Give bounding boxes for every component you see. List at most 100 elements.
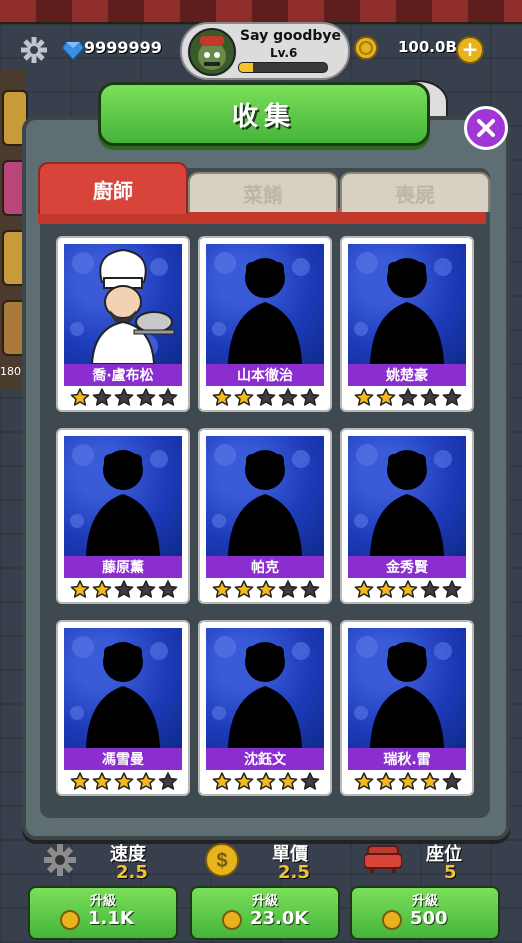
- chef-silhouette: [206, 628, 324, 748]
- chef-portrait: [64, 244, 182, 364]
- chef-silhouette: [64, 628, 182, 748]
- sofa-icon: [363, 842, 403, 878]
- background-awning: [0, 0, 522, 24]
- star-empty-icon: [278, 580, 298, 598]
- tab-chefs[interactable]: 廚師: [38, 162, 188, 214]
- star-empty-icon: [278, 388, 298, 406]
- upgrade-cost: 500: [410, 908, 448, 929]
- chef-card[interactable]: 馮雪曼: [56, 620, 190, 796]
- coin-icon: [222, 910, 242, 930]
- star-filled-icon: [92, 772, 112, 790]
- chef-name: 姚楚豪: [348, 364, 466, 386]
- gear-icon: [42, 842, 78, 882]
- player-level: Lv.6: [270, 46, 298, 60]
- chef-card[interactable]: 山本徹治: [198, 236, 332, 412]
- star-filled-icon: [114, 772, 134, 790]
- star-rating: [354, 580, 462, 598]
- gem-icon: [62, 41, 84, 60]
- star-empty-icon: [420, 388, 440, 406]
- star-empty-icon: [158, 580, 178, 598]
- star-rating: [70, 580, 178, 598]
- upgrade-button-label: 升級: [89, 894, 116, 909]
- star-filled-icon: [212, 772, 232, 790]
- chef-card[interactable]: 沈鈺文: [198, 620, 332, 796]
- star-filled-icon: [398, 580, 418, 598]
- upgrade-button[interactable]: 升級 500: [350, 886, 500, 940]
- star-filled-icon: [354, 772, 374, 790]
- upgrade-stat-value: 5: [444, 862, 457, 883]
- upgrade-panel: 速度 2.5 升級 1.1K: [28, 832, 178, 940]
- chef-silhouette: [206, 436, 324, 556]
- star-empty-icon: [420, 580, 440, 598]
- star-filled-icon: [376, 388, 396, 406]
- star-empty-icon: [300, 388, 320, 406]
- chef-name: 金秀賢: [348, 556, 466, 578]
- star-filled-icon: [92, 580, 112, 598]
- upgrade-button[interactable]: 升級 23.0K: [190, 886, 340, 940]
- upgrade-cost: 1.1K: [88, 908, 134, 929]
- upgrade-cost: 23.0K: [250, 908, 309, 929]
- svg-text:$: $: [216, 850, 227, 872]
- add-coins-button[interactable]: +: [456, 36, 484, 64]
- chef-name: 瑞秋.雷: [348, 748, 466, 770]
- chef-name: 藤原薰: [64, 556, 182, 578]
- star-filled-icon: [234, 772, 254, 790]
- player-profile[interactable]: Say goodbye Lv.6: [180, 22, 350, 80]
- close-button[interactable]: [464, 106, 508, 150]
- star-rating: [354, 772, 462, 790]
- chef-card[interactable]: 喬·盧布松: [56, 236, 190, 412]
- star-empty-icon: [158, 772, 178, 790]
- upgrade-button-label: 升級: [411, 894, 438, 909]
- star-empty-icon: [114, 388, 134, 406]
- star-filled-icon: [212, 388, 232, 406]
- chef-card[interactable]: 金秀賢: [340, 428, 474, 604]
- star-empty-icon: [136, 580, 156, 598]
- star-empty-icon: [442, 580, 462, 598]
- top-bar: 9999999 Say goodbye Lv.6 100.0B +: [0, 22, 522, 80]
- settings-gear-icon[interactable]: [20, 36, 48, 64]
- upgrade-button[interactable]: 升級 1.1K: [28, 886, 178, 940]
- star-empty-icon: [158, 388, 178, 406]
- modal-title: 收集: [231, 101, 296, 132]
- chef-card[interactable]: 瑞秋.雷: [340, 620, 474, 796]
- star-rating: [212, 388, 320, 406]
- star-empty-icon: [300, 580, 320, 598]
- chef-name: 山本徹治: [206, 364, 324, 386]
- star-empty-icon: [300, 772, 320, 790]
- tab-dishes[interactable]: 菜餚: [188, 172, 338, 212]
- star-filled-icon: [70, 388, 90, 406]
- star-filled-icon: [376, 580, 396, 598]
- star-empty-icon: [442, 772, 462, 790]
- chef-silhouette: [348, 628, 466, 748]
- chef-card[interactable]: 藤原薰: [56, 428, 190, 604]
- star-filled-icon: [234, 388, 254, 406]
- collection-title-banner: 收集: [98, 82, 430, 146]
- upgrade-panel: 座位 5 升級 500: [350, 832, 500, 940]
- star-rating: [212, 772, 320, 790]
- star-rating: [70, 772, 178, 790]
- chef-card[interactable]: 姚楚豪: [340, 236, 474, 412]
- star-empty-icon: [136, 388, 156, 406]
- upgrade-stat-value: 2.5: [116, 862, 148, 883]
- star-filled-icon: [70, 772, 90, 790]
- coins-count: 100.0B: [398, 38, 457, 56]
- upgrade-panel: $ 單價 2.5 升級 23.0K: [190, 832, 340, 940]
- chef-silhouette: [64, 436, 182, 556]
- star-empty-icon: [442, 388, 462, 406]
- chef-silhouette: [348, 436, 466, 556]
- chef-silhouette: [206, 244, 324, 364]
- chef-name: 喬·盧布松: [64, 364, 182, 386]
- chef-card[interactable]: 帕克: [198, 428, 332, 604]
- star-rating: [212, 580, 320, 598]
- coin-icon: [354, 36, 378, 60]
- star-filled-icon: [212, 580, 232, 598]
- star-filled-icon: [376, 772, 396, 790]
- avatar: [188, 28, 236, 76]
- coin-icon: [60, 910, 80, 930]
- star-filled-icon: [234, 580, 254, 598]
- star-empty-icon: [256, 388, 276, 406]
- chef-name: 馮雪曼: [64, 748, 182, 770]
- tab-zombies[interactable]: 喪屍: [340, 172, 490, 212]
- background-side-label: 180: [0, 365, 21, 378]
- star-empty-icon: [398, 388, 418, 406]
